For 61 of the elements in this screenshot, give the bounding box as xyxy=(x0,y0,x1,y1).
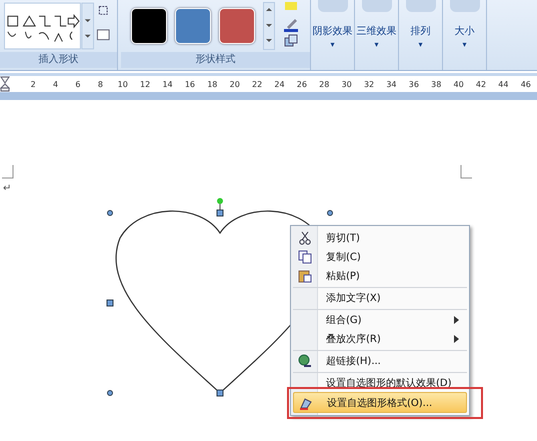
submenu-arrow-icon xyxy=(454,316,459,324)
ribbon-button[interactable]: 排列 ▾ xyxy=(399,0,443,70)
globe-link-icon xyxy=(298,354,312,368)
ribbon-button[interactable]: 大小 ▾ xyxy=(443,0,487,70)
caret-icon: ▾ xyxy=(418,40,422,50)
ribbon-button[interactable]: 阴影效果 ▾ xyxy=(311,0,355,70)
menu-item[interactable]: 剪切(T) xyxy=(293,228,467,247)
copy-icon xyxy=(298,250,312,264)
menu-item[interactable]: 粘贴(P) xyxy=(293,266,467,285)
ruler-number: 40 xyxy=(452,80,465,88)
menu-item[interactable]: 叠放次序(R) xyxy=(293,329,467,348)
menu-item[interactable]: 超链接(H)... xyxy=(293,350,467,370)
page-corner-icon xyxy=(460,165,472,179)
caret-icon: ▾ xyxy=(374,40,378,50)
ruler-number: 6 xyxy=(74,80,82,88)
ruler-number: 12 xyxy=(139,80,152,88)
ruler-number: 22 xyxy=(251,80,264,88)
tile-icon xyxy=(406,0,436,12)
scissors-icon xyxy=(298,230,312,244)
tile-icon xyxy=(362,0,392,12)
caret-icon: ▾ xyxy=(462,40,466,50)
ruler-number: 16 xyxy=(184,80,196,88)
ruler-number: 32 xyxy=(362,80,376,88)
tile-icon xyxy=(318,0,348,12)
menu-item[interactable]: 组合(G) xyxy=(293,309,467,329)
ruler-number: 34 xyxy=(385,80,398,88)
ruler-number: 24 xyxy=(273,80,286,88)
indent-marker-icon[interactable] xyxy=(0,76,10,92)
group-label: 插入形状 xyxy=(0,52,117,68)
ruler-number: 8 xyxy=(96,80,104,88)
style-swatch[interactable] xyxy=(175,8,211,44)
ruler-number: 4 xyxy=(52,80,60,88)
group-label: 形状样式 xyxy=(121,52,310,68)
clipboard-icon xyxy=(298,268,312,282)
caret-icon: ▾ xyxy=(330,40,334,50)
gallery-scroll-icon[interactable] xyxy=(263,2,275,50)
ruler-number: 10 xyxy=(116,80,129,88)
ruler-number: 26 xyxy=(296,80,308,88)
submenu-arrow-icon xyxy=(454,334,459,342)
page-corner-icon xyxy=(2,165,14,179)
ruler-number: 2 xyxy=(30,80,37,88)
style-swatch[interactable] xyxy=(219,8,255,44)
menu-item[interactable]: 复制(C) xyxy=(293,247,467,266)
ruler-number: 20 xyxy=(228,80,241,88)
ruler-number: 28 xyxy=(318,80,330,88)
ruler-number: 14 xyxy=(161,80,174,88)
ruler-number: 44 xyxy=(497,80,510,88)
menu-item[interactable]: 添加文字(X) xyxy=(293,287,467,307)
style-swatch[interactable] xyxy=(131,8,167,44)
ruler-number: 36 xyxy=(408,80,420,88)
ruler-number: 38 xyxy=(430,80,442,88)
format-shape-icon xyxy=(299,396,313,410)
ribbon-button[interactable]: 三维效果 ▾ xyxy=(355,0,399,70)
paragraph-mark: ↵ xyxy=(3,183,12,194)
ruler-number: 42 xyxy=(474,80,488,88)
ruler-number: 30 xyxy=(340,80,353,88)
outline-color-icon[interactable] xyxy=(283,17,301,33)
menu-item[interactable]: 设置自选图形格式(O)... xyxy=(293,392,467,413)
ruler-number: 18 xyxy=(206,80,218,88)
tile-icon xyxy=(450,0,480,12)
ruler-number: 46 xyxy=(520,80,532,88)
